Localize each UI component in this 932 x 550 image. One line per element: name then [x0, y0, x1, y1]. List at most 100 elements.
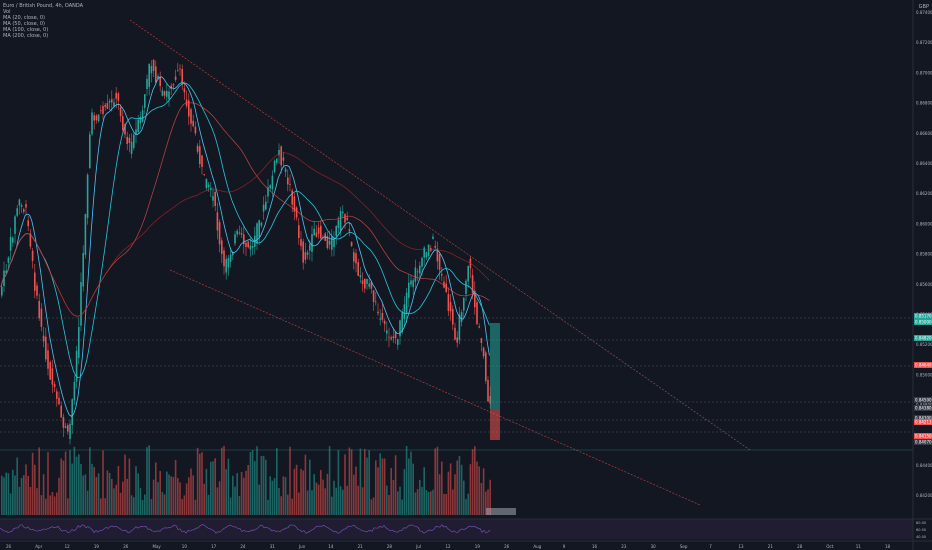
candle-body — [337, 219, 340, 228]
candle-body — [106, 102, 109, 109]
candle-body — [236, 230, 238, 235]
volume-bar — [130, 495, 133, 515]
candle-body — [144, 94, 146, 108]
candle-body — [203, 174, 205, 175]
candle-body — [111, 99, 113, 103]
volume-bar — [394, 455, 397, 515]
volume-bar — [84, 474, 87, 515]
candle-body — [14, 216, 16, 234]
chart-legend: Euro / British Pound, 4h, OANDA Vol MA (… — [3, 3, 83, 39]
candle-body — [78, 327, 80, 358]
candle-body — [73, 381, 76, 401]
volume-bar — [357, 485, 359, 515]
volume-bar — [421, 486, 423, 515]
candle-body — [56, 391, 58, 399]
volume-bar — [232, 475, 234, 515]
volume-bar — [60, 458, 62, 515]
volume-bar — [122, 481, 124, 515]
price-tag-label: 0.84380 — [915, 406, 932, 411]
candle-body — [9, 237, 12, 251]
candle-body — [357, 262, 359, 276]
candle-body — [227, 257, 230, 268]
candle-body — [410, 280, 412, 285]
volume-bar — [89, 447, 91, 515]
candle-body — [34, 272, 36, 291]
volume-bar — [414, 492, 417, 515]
candle-body — [383, 320, 386, 324]
candle-body — [320, 225, 322, 239]
price-chart[interactable]: 0.87400 0.87200 0.87000 0.86800 0.86600 0.864… — [0, 0, 932, 550]
volume-bar — [375, 460, 377, 515]
volume-bar — [201, 452, 203, 515]
candle-body — [427, 244, 430, 256]
candle-body — [265, 201, 267, 210]
candle-body — [441, 273, 443, 276]
volume-bar — [377, 467, 379, 515]
legend-ma-200[interactable]: MA (200, close, 0) — [3, 33, 83, 39]
volume-bar — [236, 473, 238, 515]
volume-bar — [311, 490, 313, 515]
candle-body — [379, 318, 381, 320]
candle-body — [377, 311, 379, 314]
candle-body — [375, 301, 377, 303]
candle-body — [234, 234, 236, 244]
volume-bar — [267, 499, 269, 515]
volume-bar — [412, 463, 414, 515]
volume-bar — [108, 472, 111, 515]
volume-bar — [234, 486, 236, 515]
candle-body — [115, 92, 117, 99]
candle-body — [271, 175, 274, 190]
volume-bar — [467, 493, 469, 515]
candle-body — [366, 278, 368, 284]
volume-bar — [430, 491, 432, 515]
volume-bar — [150, 498, 153, 515]
volume-bar — [399, 486, 401, 515]
volume-bar — [45, 498, 47, 515]
candle-body — [359, 275, 362, 278]
volume-bar — [449, 463, 452, 515]
candle-body — [476, 302, 478, 325]
candle-body — [130, 141, 133, 154]
volume-bar — [207, 494, 210, 515]
volume-bar — [128, 458, 131, 515]
candle-body — [25, 204, 27, 208]
price-tick-label: 0.85600 — [916, 282, 932, 287]
price-tag-label: 0.84070 — [915, 440, 932, 445]
candle-body — [291, 190, 293, 205]
volume-bar — [181, 499, 183, 515]
volume-bar — [172, 476, 175, 515]
candle-body — [225, 258, 227, 273]
candle-body — [155, 66, 157, 83]
volume-bar — [463, 480, 465, 515]
volume-bar — [331, 496, 333, 515]
candle-body — [86, 174, 89, 218]
candle-body — [51, 368, 54, 385]
price-tick-label: 0.87400 — [916, 10, 932, 15]
volume-bar — [238, 496, 241, 515]
candle-body — [364, 278, 366, 289]
time-tick-label: Sep — [680, 544, 688, 549]
volume-bar — [212, 461, 214, 515]
time-tick-label: 21 — [358, 544, 364, 549]
candle-body — [38, 300, 40, 319]
candle-body — [18, 199, 21, 206]
volume-bar — [62, 460, 65, 515]
candle-body — [388, 336, 390, 338]
candle-body — [432, 236, 434, 239]
symbol-title[interactable]: Euro / British Pound, 4h, OANDA — [3, 3, 83, 9]
volume-bar — [306, 490, 309, 515]
volume-bar — [317, 484, 320, 515]
volume-bar — [14, 475, 16, 515]
volume-bar — [476, 461, 478, 515]
time-tick-label: 7 — [709, 544, 712, 549]
trend-channel[interactable] — [0, 19, 913, 515]
candle-body — [207, 184, 210, 188]
candle-body — [139, 116, 142, 124]
candle-body — [405, 292, 408, 314]
volume-bar — [97, 473, 100, 515]
candle-body — [91, 112, 93, 135]
volume-bar — [25, 464, 27, 515]
volume-bar — [458, 456, 461, 515]
volume-bar — [434, 448, 436, 515]
rsi-pane — [0, 518, 932, 539]
